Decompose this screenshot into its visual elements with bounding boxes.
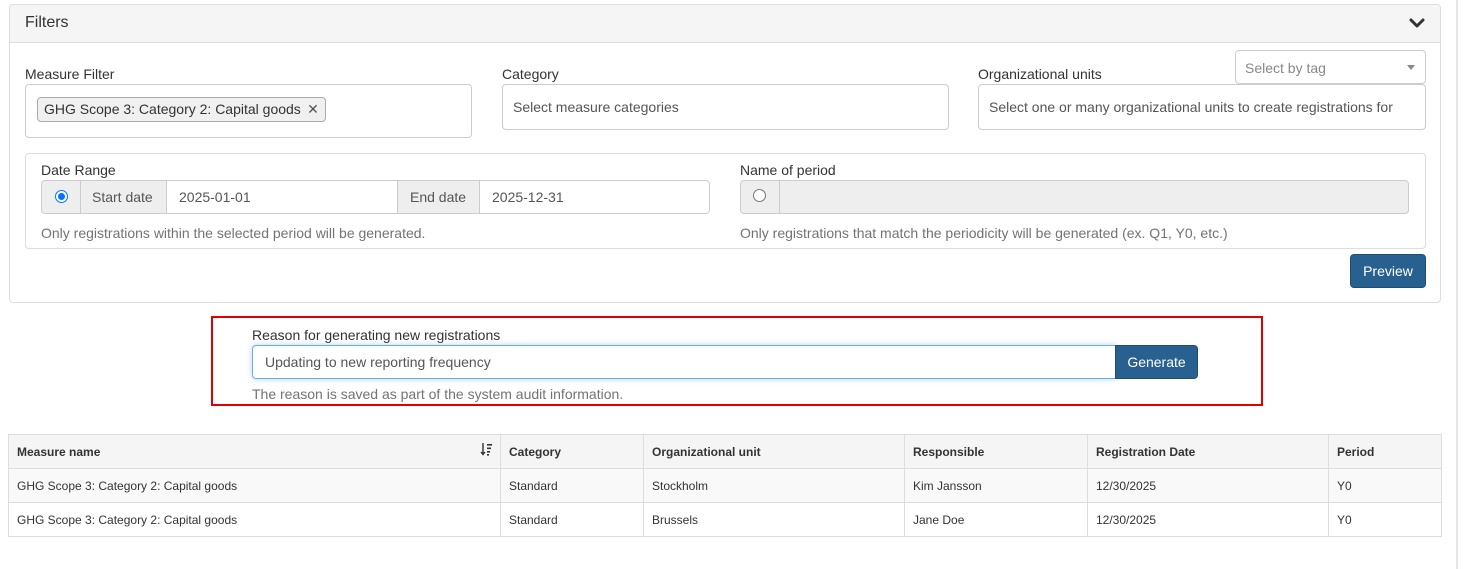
column-header-registration-date[interactable]: Registration Date: [1087, 434, 1329, 469]
org-units-placeholder: Select one or many organizational units …: [989, 99, 1393, 115]
period-name-help: Only registrations that match the period…: [740, 225, 1228, 241]
measure-filter-chip: GHG Scope 3: Category 2: Capital goods ✕: [37, 97, 326, 122]
end-date-input[interactable]: 2025-12-31: [479, 180, 710, 214]
cell-period: Y0: [1328, 502, 1442, 537]
cell-category: Standard: [500, 502, 644, 537]
cell-measure-name: GHG Scope 3: Category 2: Capital goods: [8, 468, 501, 503]
column-header-category[interactable]: Category: [500, 434, 644, 469]
date-range-help: Only registrations within the selected p…: [41, 225, 426, 241]
cell-measure-name: GHG Scope 3: Category 2: Capital goods: [8, 502, 501, 537]
preview-button[interactable]: Preview: [1350, 254, 1426, 288]
start-date-label: Start date: [92, 189, 153, 205]
column-header-period[interactable]: Period: [1328, 434, 1442, 469]
cell-organizational-unit: Stockholm: [643, 468, 905, 503]
measure-filter-select[interactable]: GHG Scope 3: Category 2: Capital goods ✕: [25, 84, 472, 138]
filters-panel-header[interactable]: Filters: [10, 5, 1440, 43]
caret-down-icon: [1407, 65, 1415, 70]
measure-filter-chip-label: GHG Scope 3: Category 2: Capital goods: [44, 101, 301, 117]
registrations-table: Measure name Category Organizational uni…: [8, 434, 1442, 537]
close-icon[interactable]: ✕: [307, 98, 319, 121]
page-scrollbar[interactable]: [1456, 0, 1458, 569]
column-header-organizational-unit[interactable]: Organizational unit: [643, 434, 905, 469]
cell-organizational-unit: Brussels: [643, 502, 905, 537]
date-range-radio-addon: [41, 180, 81, 214]
category-placeholder: Select measure categories: [513, 99, 679, 115]
generate-button[interactable]: Generate: [1115, 345, 1198, 379]
cell-responsible: Jane Doe: [904, 502, 1088, 537]
reason-value: Updating to new reporting frequency: [265, 354, 491, 370]
column-header-responsible[interactable]: Responsible: [904, 434, 1088, 469]
end-date-addon: End date: [397, 180, 480, 214]
start-date-input[interactable]: 2025-01-01: [166, 180, 398, 214]
column-header-label: Measure name: [17, 444, 101, 459]
cell-registration-date: 12/30/2025: [1087, 502, 1329, 537]
measure-filter-label: Measure Filter: [25, 66, 115, 82]
cell-responsible: Kim Jansson: [904, 468, 1088, 503]
org-units-select[interactable]: Select one or many organizational units …: [978, 84, 1426, 130]
period-selection-group: Date Range Start date 2025-01-01 End dat…: [25, 153, 1426, 249]
filters-panel: Filters Measure Filter GHG Scope 3: Cate…: [9, 4, 1441, 303]
reason-input[interactable]: Updating to new reporting frequency: [252, 345, 1116, 379]
cell-category: Standard: [500, 468, 644, 503]
cell-registration-date: 12/30/2025: [1087, 468, 1329, 503]
period-name-radio-addon: [740, 180, 780, 214]
chevron-down-icon[interactable]: [1408, 14, 1426, 32]
period-name-label: Name of period: [740, 162, 836, 178]
period-name-input[interactable]: [779, 180, 1409, 214]
table-header-row: Measure name Category Organizational uni…: [8, 434, 1442, 469]
category-label: Category: [502, 66, 559, 82]
reason-label: Reason for generating new registrations: [252, 327, 501, 343]
date-range-label: Date Range: [41, 162, 116, 178]
sort-amount-down-icon[interactable]: [480, 442, 492, 456]
column-header-measure-name[interactable]: Measure name: [8, 434, 501, 469]
reason-help: The reason is saved as part of the syste…: [252, 386, 624, 402]
tag-select-placeholder: Select by tag: [1245, 60, 1326, 76]
table-row[interactable]: GHG Scope 3: Category 2: Capital goods S…: [8, 502, 1442, 537]
period-name-radio[interactable]: [753, 189, 766, 202]
category-select[interactable]: Select measure categories: [502, 84, 949, 130]
date-range-radio[interactable]: [55, 190, 68, 203]
tag-select[interactable]: Select by tag: [1235, 50, 1426, 84]
end-date-value: 2025-12-31: [492, 189, 564, 205]
start-date-value: 2025-01-01: [179, 189, 251, 205]
table-row[interactable]: GHG Scope 3: Category 2: Capital goods S…: [8, 468, 1442, 503]
start-date-addon: Start date: [80, 180, 167, 214]
cell-period: Y0: [1328, 468, 1442, 503]
filters-title: Filters: [25, 14, 69, 31]
end-date-label: End date: [410, 189, 467, 205]
org-units-label: Organizational units: [978, 66, 1102, 82]
